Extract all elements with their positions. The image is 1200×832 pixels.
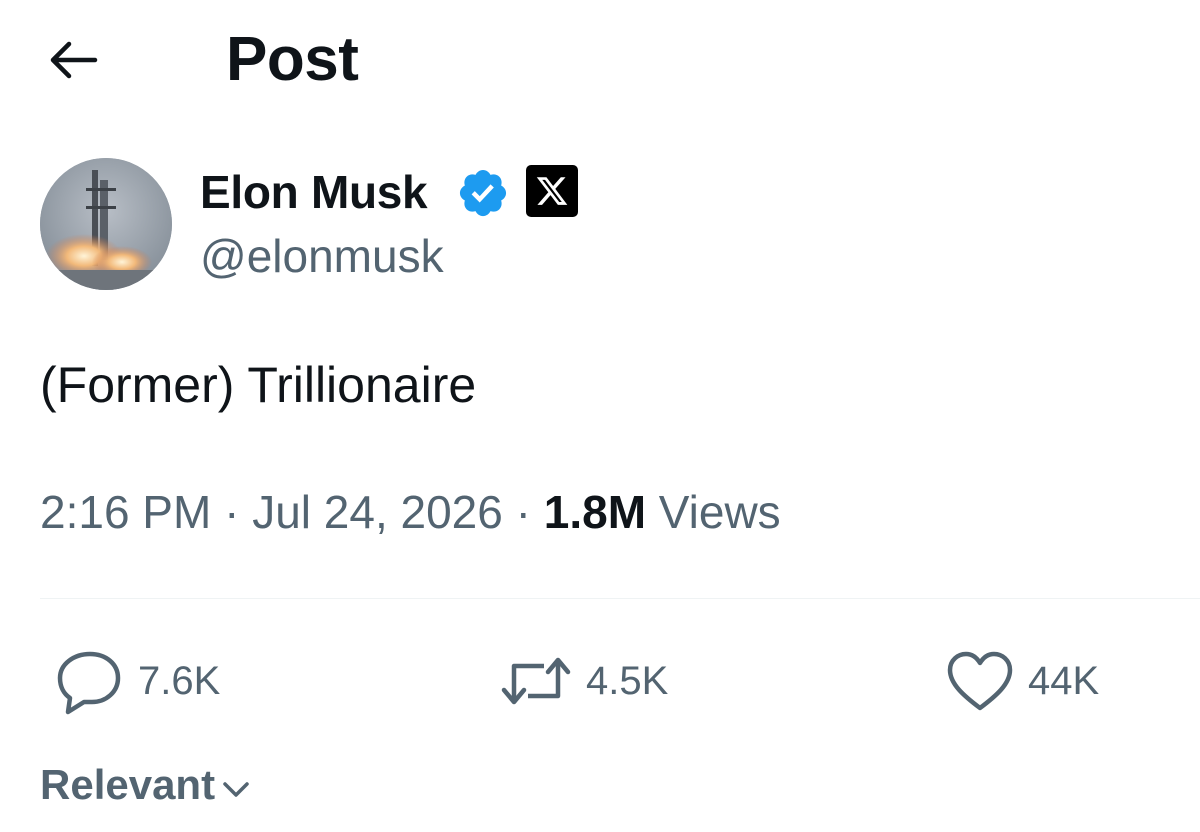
divider bbox=[40, 598, 1200, 599]
sort-label: Relevant bbox=[40, 761, 216, 808]
reply-button[interactable]: 7.6K bbox=[54, 646, 220, 716]
repost-button[interactable]: 4.5K bbox=[498, 646, 668, 716]
sort-dropdown[interactable]: Relevant bbox=[40, 758, 251, 812]
like-button[interactable]: 44K bbox=[944, 646, 1099, 716]
author-name[interactable]: Elon Musk bbox=[200, 164, 428, 220]
heart-icon bbox=[947, 651, 1013, 711]
x-logo-icon bbox=[526, 165, 578, 217]
verified-badge-icon[interactable] bbox=[456, 166, 510, 220]
avatar[interactable] bbox=[40, 158, 172, 290]
post-text: (Former) Trillionaire bbox=[40, 357, 477, 413]
chevron-down-icon bbox=[223, 782, 249, 797]
repost-icon bbox=[501, 657, 571, 705]
page-title: Post bbox=[226, 25, 359, 94]
post-time[interactable]: 2:16 PM bbox=[40, 486, 211, 538]
post-date[interactable]: Jul 24, 2026 bbox=[252, 486, 503, 538]
arrow-left-icon bbox=[50, 41, 98, 79]
back-button[interactable] bbox=[36, 30, 108, 90]
views-label: Views bbox=[658, 486, 781, 538]
views-count: 1.8M bbox=[543, 486, 647, 538]
meta-separator: · bbox=[515, 486, 531, 538]
like-count: 44K bbox=[1028, 659, 1100, 703]
avatar-image bbox=[40, 158, 172, 290]
meta-separator: · bbox=[224, 486, 240, 538]
reply-bubble-icon bbox=[57, 651, 121, 715]
repost-count: 4.5K bbox=[586, 659, 669, 703]
author-handle[interactable]: @elonmusk bbox=[200, 228, 444, 284]
post-meta: 2:16 PM · Jul 24, 2026 · 1.8M Views bbox=[40, 484, 781, 540]
reply-count: 7.6K bbox=[138, 659, 221, 703]
